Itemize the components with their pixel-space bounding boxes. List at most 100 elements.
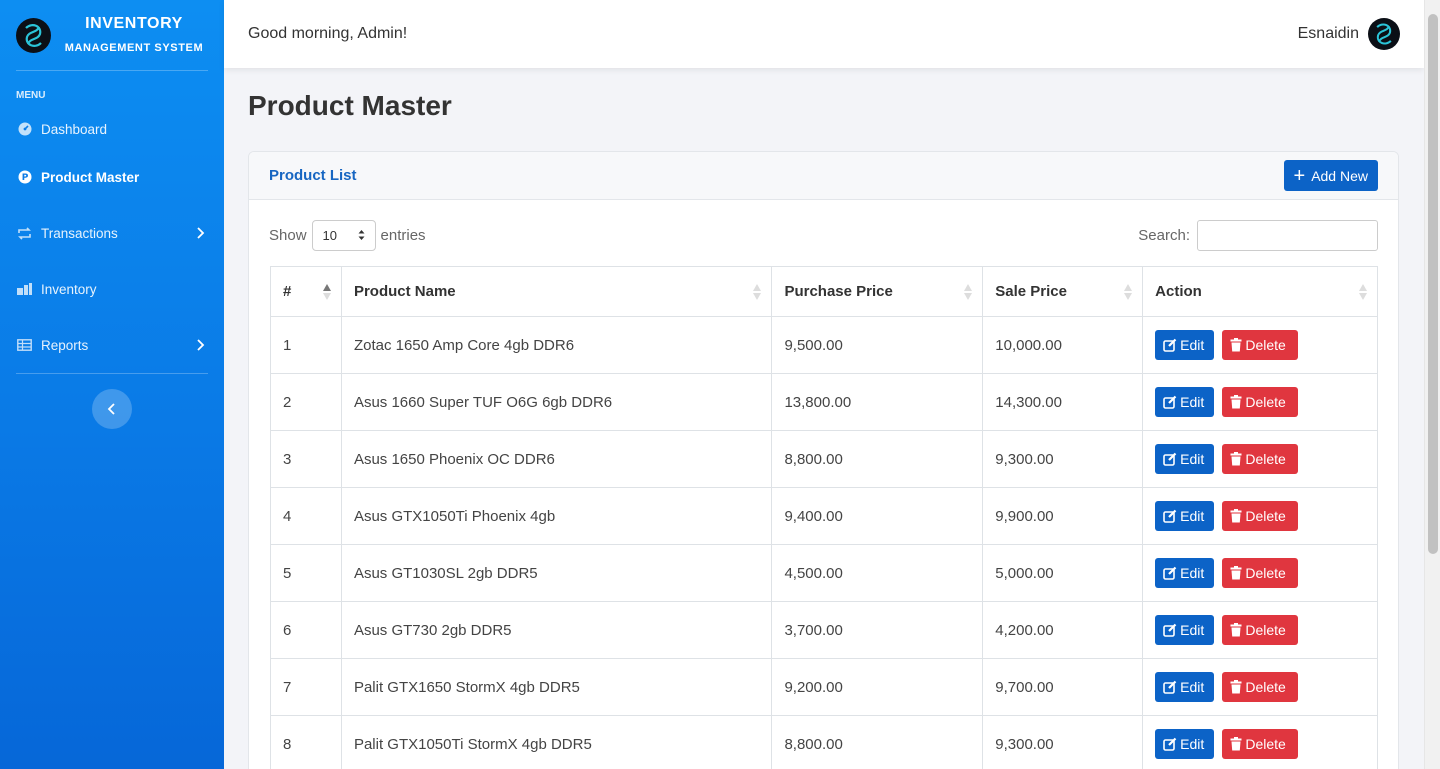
edit-button[interactable]: Edit	[1155, 330, 1215, 360]
cell-number: 4	[270, 487, 342, 545]
column-header-product-name[interactable]: Product Name	[340, 266, 773, 317]
cell-purchase-price: 3,700.00	[771, 601, 984, 659]
edit-label: Edit	[1180, 337, 1205, 353]
trash-icon	[1230, 395, 1242, 409]
delete-button[interactable]: Delete	[1222, 615, 1299, 645]
user-menu[interactable]: Esnaidin	[1298, 18, 1400, 50]
delete-button[interactable]: Delete	[1222, 444, 1299, 474]
page-scrollbar[interactable]	[1424, 0, 1440, 769]
sidebar-item-label: Transactions	[41, 225, 118, 241]
cell-action: Edit Delete	[1142, 601, 1378, 659]
p-circle-icon: P	[16, 169, 33, 186]
cell-action: Edit Delete	[1142, 373, 1378, 431]
edit-button[interactable]: Edit	[1155, 501, 1215, 531]
cell-action: Edit Delete	[1142, 658, 1378, 716]
delete-button[interactable]: Delete	[1222, 672, 1299, 702]
svg-text:P: P	[21, 173, 28, 183]
delete-label: Delete	[1245, 565, 1286, 581]
cell-action: Edit Delete	[1142, 487, 1378, 545]
cell-sale-price: 9,300.00	[982, 430, 1144, 488]
edit-icon	[1163, 737, 1177, 751]
sidebar-item-product-master[interactable]: P Product Master	[0, 149, 224, 205]
cell-number: 5	[270, 544, 342, 602]
add-new-button[interactable]: + Add New	[1283, 160, 1378, 191]
delete-label: Delete	[1245, 337, 1286, 353]
sidebar-collapse-button[interactable]	[92, 389, 132, 429]
sidebar-item-reports[interactable]: Reports	[0, 317, 224, 373]
sidebar-item-dashboard[interactable]: Dashboard	[0, 109, 224, 149]
cell-sale-price: 10,000.00	[982, 316, 1144, 374]
card-title: Product List	[269, 167, 357, 184]
table-toolbar: Show 10 entries Search:	[269, 220, 1378, 251]
sidebar-item-label: Product Master	[41, 169, 140, 185]
delete-button[interactable]: Delete	[1222, 387, 1299, 417]
cell-purchase-price: 8,800.00	[771, 430, 984, 488]
sidebar-item-inventory[interactable]: Inventory	[0, 261, 224, 317]
delete-label: Delete	[1245, 622, 1286, 638]
cell-product-name: Asus GT1030SL 2gb DDR5	[340, 544, 773, 602]
username: Esnaidin	[1297, 25, 1359, 42]
delete-label: Delete	[1245, 679, 1286, 695]
delete-button[interactable]: Delete	[1222, 558, 1299, 588]
trash-icon	[1230, 338, 1242, 352]
cell-number: 6	[270, 601, 342, 659]
cell-number: 1	[270, 316, 342, 374]
table-row: 5 Asus GT1030SL 2gb DDR5 4,500.00 5,000.…	[270, 544, 1378, 602]
cell-sale-price: 9,300.00	[982, 715, 1144, 769]
entries-label: entries	[380, 227, 426, 244]
column-header-action[interactable]: Action	[1142, 266, 1378, 317]
edit-label: Edit	[1180, 451, 1205, 467]
delete-button[interactable]: Delete	[1222, 729, 1299, 759]
edit-label: Edit	[1180, 565, 1205, 581]
cell-purchase-price: 9,500.00	[771, 316, 984, 374]
delete-button[interactable]: Delete	[1222, 501, 1299, 531]
entries-select-value: 10	[322, 228, 337, 243]
edit-label: Edit	[1180, 508, 1205, 524]
edit-button[interactable]: Edit	[1155, 444, 1215, 474]
edit-label: Edit	[1180, 622, 1205, 638]
brand[interactable]: INVENTORY MANAGEMENT SYSTEM	[0, 0, 224, 70]
sort-asc-icon	[322, 284, 331, 300]
table-header-row: # Product Name Purchase Price Sale Price…	[270, 266, 1378, 317]
edit-icon	[1163, 452, 1177, 466]
cell-purchase-price: 9,200.00	[771, 658, 984, 716]
edit-button[interactable]: Edit	[1155, 672, 1215, 702]
table-row: 1 Zotac 1650 Amp Core 4gb DDR6 9,500.00 …	[270, 316, 1378, 374]
edit-label: Edit	[1180, 394, 1205, 410]
add-new-label: Add New	[1311, 167, 1368, 184]
topbar: Good morning, Admin! Esnaidin	[224, 0, 1424, 68]
select-arrows-icon	[358, 230, 365, 240]
table-row: 6 Asus GT730 2gb DDR5 3,700.00 4,200.00 …	[270, 601, 1378, 659]
sidebar-item-label: Dashboard	[41, 121, 108, 137]
table-row: 3 Asus 1650 Phoenix OC DDR6 8,800.00 9,3…	[270, 430, 1378, 488]
cell-sale-price: 4,200.00	[982, 601, 1144, 659]
column-header-sale-price[interactable]: Sale Price	[982, 266, 1144, 317]
edit-button[interactable]: Edit	[1155, 558, 1215, 588]
sort-icon	[1124, 284, 1133, 300]
trash-icon	[1230, 509, 1242, 523]
boxes-icon	[16, 281, 33, 298]
delete-button[interactable]: Delete	[1222, 330, 1299, 360]
search: Search:	[1138, 220, 1378, 251]
delete-label: Delete	[1245, 451, 1286, 467]
cell-product-name: Asus GT730 2gb DDR5	[340, 601, 773, 659]
edit-button[interactable]: Edit	[1155, 729, 1215, 759]
trash-icon	[1230, 623, 1242, 637]
column-header-number[interactable]: #	[270, 266, 342, 317]
page-title: Product Master	[248, 90, 452, 121]
search-input[interactable]	[1197, 220, 1378, 251]
entries-select[interactable]: 10	[311, 220, 376, 251]
avatar[interactable]	[1368, 18, 1400, 50]
sidebar-item-transactions[interactable]: Transactions	[0, 205, 224, 261]
cell-action: Edit Delete	[1142, 544, 1378, 602]
scrollbar-thumb[interactable]	[1428, 14, 1438, 554]
brand-subtitle: MANAGEMENT SYSTEM	[64, 41, 204, 54]
cell-purchase-price: 9,400.00	[771, 487, 984, 545]
column-header-purchase-price[interactable]: Purchase Price	[771, 266, 984, 317]
cell-number: 2	[270, 373, 342, 431]
delete-label: Delete	[1245, 394, 1286, 410]
edit-button[interactable]: Edit	[1155, 615, 1215, 645]
edit-button[interactable]: Edit	[1155, 387, 1215, 417]
cell-sale-price: 5,000.00	[982, 544, 1144, 602]
search-label: Search:	[1138, 227, 1190, 244]
